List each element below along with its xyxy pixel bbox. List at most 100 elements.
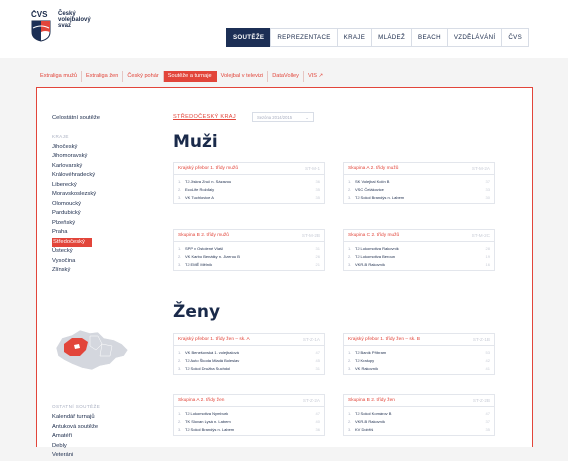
sidebar-item-jihomoravsky[interactable]: Jihomoravský (52, 152, 147, 162)
table-row[interactable]: 2. VSC Čelákovice 33 (348, 186, 490, 194)
nav-kraje[interactable]: KRAJE (336, 28, 373, 47)
row-rank: 3. (348, 365, 352, 371)
card-title[interactable]: Skupina A 2. třídy mužů (348, 166, 398, 171)
table-row[interactable]: 3. TJ Sokol Družba Suchdol 31 (178, 365, 320, 373)
season-select[interactable]: Sezóna 2014/2015 ⌄ (251, 112, 314, 122)
table-row[interactable]: 2. TJ Kralupy 42 (348, 357, 490, 365)
sidebar-item-zlinsky[interactable]: Zlínský (52, 266, 147, 276)
table-row[interactable]: 2. VK Karbo Benátky n. Jizerou B 26 (178, 253, 320, 261)
czech-map-icon[interactable] (52, 326, 132, 374)
table-row[interactable]: 3. VK Rakovník 41 (348, 365, 490, 373)
table-row[interactable]: 3. VKR-B Rakovník 16 (348, 261, 490, 269)
sidebar-item-debly[interactable]: Debly (52, 442, 100, 452)
nav-cvs[interactable]: ČVS (501, 28, 529, 47)
row-team: TK Slovan Lysá n. Labem (185, 419, 231, 425)
card-title[interactable]: Krajský přebor 1. třídy žen – sk. A (178, 337, 250, 342)
row-rank: 3. (178, 194, 182, 200)
logo-line-3: svaz (58, 23, 72, 30)
subnav-volejbal-tv[interactable]: Volejbal v televizi (217, 70, 269, 82)
sidebar-item-praha[interactable]: Praha (52, 228, 147, 238)
league-card[interactable]: Skupina B 2. třídy žen ST-Z-2B 1. TJ Sokol… (343, 394, 495, 437)
card-title[interactable]: Skupina B 2. třídy mužů (178, 233, 229, 238)
subnav-cesky-pohar[interactable]: Český pohár (123, 70, 164, 82)
league-card[interactable]: Krajský přebor 1. třídy žen – sk. B ST-Z-… (343, 333, 495, 376)
row-rank: 1. (178, 411, 182, 417)
league-card[interactable]: Skupina A 2. třídy mužů ST-M-2A 1. SK Vole… (343, 162, 495, 205)
row-rank: 1. (178, 179, 182, 185)
main-nav: SOUTĚŽE REPREZENTACE KRAJE MLÁDEŽ BEACH … (226, 28, 529, 47)
nav-mladez[interactable]: MLÁDEŽ (371, 28, 413, 47)
subnav-vis[interactable]: VIS ↗ (304, 71, 327, 82)
card-title[interactable]: Skupina B 2. třídy žen (348, 398, 395, 403)
table-row[interactable]: 1. TJ Lokomotiva Nymburk 47 (178, 410, 320, 418)
card-code: ST-Z-1A (302, 337, 320, 342)
table-row[interactable]: 2. TJ Lokomotiva Beroun 19 (348, 253, 490, 261)
sidebar-item-veterani[interactable]: Veteráni (52, 451, 100, 461)
sidebar-item-jihocesky[interactable]: Jihočeský (52, 143, 147, 153)
league-card[interactable]: Skupina A 2. třídy žen ST-Z-2A 1. TJ Lokom… (173, 394, 325, 437)
table-row[interactable]: 1. TJ Lokomotiva Rakovník 28 (348, 245, 490, 253)
sidebar-item-ustecky[interactable]: Ústecký (52, 247, 147, 257)
subnav-souteze-turnaje[interactable]: Soutěže a turnaje (163, 70, 217, 82)
card-code: ST-Z-2A (302, 398, 320, 403)
sidebar-item-karlovarsky[interactable]: Karlovarský (52, 162, 147, 172)
league-card[interactable]: Skupina B 2. třídy mužů ST-M-2B 1. SPP v O… (173, 229, 325, 272)
card-title[interactable]: Krajský přebor 1. třídy mužů (178, 166, 238, 171)
table-row[interactable]: 3. VK Tuchlovice A 35 (178, 194, 320, 202)
table-row[interactable]: 1. TJ Baník Příbram 53 (348, 349, 490, 357)
table-row[interactable]: 3. KV Dobříš 35 (348, 426, 490, 434)
card-title[interactable]: Skupina C 2. třídy mužů (348, 233, 399, 238)
table-row[interactable]: 2. TJ Auto Škoda Mladá Boleslav 45 (178, 357, 320, 365)
sidebar-item-kralovehradecky[interactable]: Královéhradecký (52, 171, 147, 181)
row-team: VKR-B Rakovník (355, 261, 386, 267)
region-link[interactable]: STŘEDOČESKÝ KRAJ (173, 114, 236, 120)
subnav-datavolley[interactable]: DataVolley (268, 70, 304, 82)
table-row[interactable]: 2. VKR-B Rakovník 37 (348, 418, 490, 426)
league-card[interactable]: Skupina C 2. třídy mužů ST-M-2C 1. TJ Loko… (343, 229, 495, 272)
nav-soutez[interactable]: SOUTĚŽE (226, 28, 272, 47)
table-row[interactable]: 1. VK Benešovská 1. volejbalová 47 (178, 349, 320, 357)
sub-nav: Extraliga mužů Extraliga žen Český pohár… (36, 69, 327, 83)
nav-reprezentace[interactable]: REPREZENTACE (270, 28, 338, 47)
table-row[interactable]: 3. TJ Sokol Brandýs n. Labem 30 (348, 194, 490, 202)
sidebar-item-kalendar[interactable]: Kalendář turnajů (52, 413, 100, 423)
subnav-extraliga-zen[interactable]: Extraliga žen (82, 70, 124, 82)
table-row[interactable]: 2. TK Slovan Lysá n. Labem 40 (178, 418, 320, 426)
sidebar-item-olomoucky[interactable]: Olomoucký (52, 200, 147, 210)
league-card[interactable]: Krajský přebor 1. třídy žen – sk. A ST-Z-… (173, 333, 325, 376)
row-team: VK Benešovská 1. volejbalová (185, 350, 239, 356)
nav-beach[interactable]: BEACH (411, 28, 448, 47)
sidebar-item-vysocina[interactable]: Vysočina (52, 257, 147, 267)
table-row[interactable]: 1. SPP v Ostolené Vlašl 31 (178, 245, 320, 253)
table-row[interactable]: 2. EcoLife Rožďaly 35 (178, 186, 320, 194)
row-points: 47 (315, 411, 320, 417)
table-row[interactable]: 1. TJ Jiskra Zruč n. Sázavou 36 (178, 178, 320, 186)
sidebar-item-pardubicky[interactable]: Pardubický (52, 209, 147, 219)
sidebar-item-stredocesky[interactable]: Středočeský (52, 237, 92, 247)
row-rank: 1. (178, 246, 182, 252)
nav-vzdelavani[interactable]: VZDĚLÁVÁNÍ (446, 28, 503, 47)
league-card[interactable]: Krajský přebor 1. třídy mužů ST-M-1 1. TJ … (173, 162, 325, 205)
row-points: 31 (315, 365, 320, 371)
cvs-logo[interactable]: ČVS Český volejbalový svaz (31, 10, 91, 42)
table-row[interactable]: 1. TJ Sokol Komárov B 47 (348, 410, 490, 418)
sidebar-caption-kraje: KRAJE (52, 133, 69, 139)
card-title[interactable]: Krajský přebor 1. třídy žen – sk. B (348, 337, 420, 342)
card-code: ST-M-2C (471, 233, 490, 238)
card-title[interactable]: Skupina A 2. třídy žen (178, 398, 224, 403)
sidebar-item-liberecky[interactable]: Liberecký (52, 181, 147, 191)
table-row[interactable]: 3. TJ EMĚ Mělník 21 (178, 261, 320, 269)
table-row[interactable]: 1. SK Volejbal Kolín B 37 (348, 178, 490, 186)
sidebar-celostatni[interactable]: Celostátní soutěže (52, 114, 147, 124)
row-team: TJ Sokol Brandýs n. Labem (355, 194, 405, 200)
sidebar-item-amateri[interactable]: Amatéři (52, 432, 100, 442)
subnav-extraliga-muzu[interactable]: Extraliga mužů (36, 70, 82, 82)
table-row[interactable]: 3. TJ Sokol Brandýs n. Labem 36 (178, 426, 320, 434)
row-team: TJ Lokomotiva Beroun (355, 254, 396, 260)
sidebar-item-plzensky[interactable]: Plzeňský (52, 219, 147, 229)
row-team: VKR-B Rakovník (355, 419, 386, 425)
card-code: ST-M-2B (301, 233, 320, 238)
row-points: 42 (485, 358, 490, 364)
sidebar-item-antukove[interactable]: Antuková soutěže (52, 423, 100, 433)
sidebar-item-moravskoslezsky[interactable]: Moravskoslezský (52, 190, 147, 200)
